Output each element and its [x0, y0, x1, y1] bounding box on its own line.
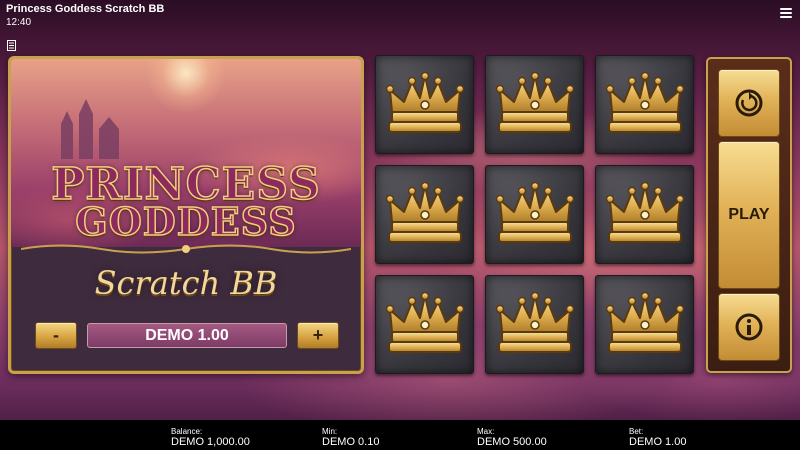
ornament-divider-icon: [21, 244, 351, 254]
scratch-tile-6[interactable]: [595, 165, 694, 264]
max-value: DEMO 500.00: [477, 436, 547, 448]
top-bar: Princess Goddess Scratch BB 12:40: [0, 0, 800, 34]
crown-icon: [606, 292, 684, 353]
increase-bet-button[interactable]: +: [297, 322, 339, 349]
logo-panel: PRINCESS GODDESS Scratch BB - DEMO 1.00 …: [8, 56, 364, 374]
balance-value: DEMO 1,000.00: [171, 436, 250, 448]
scratch-tile-5[interactable]: [485, 165, 584, 264]
logo-title-line2: GODDESS: [75, 198, 297, 245]
min-label: Min:: [322, 427, 338, 436]
balance-stat: Balance: DEMO 1,000.00: [171, 427, 250, 449]
crown-icon: [386, 182, 464, 243]
app-title: Princess Goddess Scratch BB: [6, 3, 165, 15]
game-subtitle: Scratch BB: [94, 264, 278, 302]
scratch-tile-7[interactable]: [375, 275, 474, 374]
menu-icon[interactable]: [780, 8, 792, 18]
crown-icon: [496, 292, 574, 353]
info-button[interactable]: [718, 293, 780, 361]
max-label: Max:: [477, 427, 495, 436]
crown-icon: [606, 182, 684, 243]
autoplay-button[interactable]: [718, 69, 780, 137]
bet-stat: Bet: DEMO 1.00: [629, 427, 686, 449]
scratch-tile-9[interactable]: [595, 275, 694, 374]
scratch-tile-2[interactable]: [485, 55, 584, 154]
clock: 12:40: [6, 17, 32, 28]
footer-bar: Balance: DEMO 1,000.00 Min: DEMO 0.10 Ma…: [0, 420, 800, 450]
crown-icon: [496, 72, 574, 133]
scratch-tile-1[interactable]: [375, 55, 474, 154]
paytable-icon[interactable]: [7, 39, 18, 51]
play-button[interactable]: PLAY: [718, 141, 780, 289]
crown-icon: [606, 72, 684, 133]
decrease-bet-button[interactable]: -: [35, 322, 77, 349]
info-icon: [735, 313, 763, 341]
scratch-tile-8[interactable]: [485, 275, 584, 374]
bet-value: DEMO 1.00: [629, 436, 687, 448]
autoplay-icon: [735, 89, 763, 117]
scratch-tile-3[interactable]: [595, 55, 694, 154]
max-stat: Max: DEMO 500.00: [477, 427, 547, 449]
scratch-grid: [375, 55, 695, 375]
min-value: DEMO 0.10: [322, 436, 380, 448]
crown-icon: [496, 182, 574, 243]
bet-label: Bet:: [629, 427, 644, 436]
play-button-label: PLAY: [728, 206, 770, 223]
crown-icon: [386, 72, 464, 133]
crown-icon: [386, 292, 464, 353]
bet-amount-display: DEMO 1.00: [87, 323, 287, 348]
min-stat: Min: DEMO 0.10: [322, 427, 379, 449]
stake-selector: - DEMO 1.00 +: [35, 322, 339, 350]
castle-icon: [61, 99, 119, 159]
scratch-tile-4[interactable]: [375, 165, 474, 264]
control-panel: PLAY: [706, 57, 792, 373]
balance-label: Balance:: [171, 427, 203, 436]
